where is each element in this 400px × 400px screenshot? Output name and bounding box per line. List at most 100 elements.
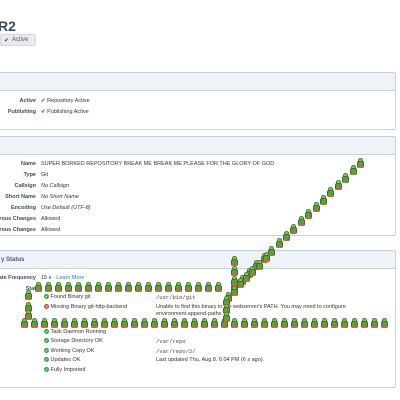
status-panel-header — [0, 73, 395, 91]
cactus-icon — [310, 318, 319, 328]
repository-status-title: y Status — [1, 256, 25, 263]
cactus-icon — [210, 318, 219, 328]
cactus-icon — [222, 312, 231, 322]
short-name-label: Short Name — [5, 194, 36, 200]
cactus-icon — [280, 318, 289, 328]
check-circle-icon: ✔ — [44, 367, 49, 372]
cactus-icon — [200, 318, 209, 328]
check-icon: ✔ — [41, 109, 46, 115]
status-item-name: Missing Binary git-http-backend — [50, 304, 128, 310]
name-label: Name — [21, 161, 36, 167]
cactus-icon — [150, 318, 159, 328]
cactus-icon — [80, 318, 89, 328]
type-row: Type Git — [0, 170, 397, 180]
cactus-icon — [154, 282, 163, 292]
repository-status-header: y Status — [0, 251, 395, 269]
status-item-name: Found Binary git — [50, 294, 91, 300]
cactus-icon — [320, 318, 329, 328]
dangerous-changes-row: gerous Changes Allowed — [0, 214, 397, 224]
cactus-icon — [34, 282, 43, 292]
status-badge: ✔ Active — [0, 34, 36, 46]
status-item-name: Task Daemon Running — [50, 329, 107, 335]
cactus-icon — [180, 318, 189, 328]
enormous-changes-label: rous Changes — [0, 227, 36, 233]
check-circle-icon: ✔ — [44, 329, 49, 334]
missing-binary-message: Unable to find this binary in the webser… — [156, 304, 346, 317]
check-circle-icon: ✔ — [44, 357, 49, 362]
cactus-icon — [270, 318, 279, 328]
encoding-value: Use Default (UTF-8) — [41, 205, 91, 211]
cactus-icon — [50, 318, 59, 328]
name-value: SUPER BORKED REPOSITORY BREAK ME BREAK M… — [41, 161, 275, 167]
cactus-icon — [130, 318, 139, 328]
status-item-updates: ✔ Updates OK Last updated Thu, Aug 8, 6:… — [44, 356, 264, 365]
active-value-text: Repository Active — [47, 98, 90, 104]
publishing-row: Publishing ✔ Publishing Active — [0, 107, 397, 117]
cactus-icon — [90, 318, 99, 328]
cactus-icon — [194, 282, 203, 292]
cactus-icon — [350, 318, 359, 328]
status-item-storage-directory: ✔ Storage Directory OK /var/repo — [44, 337, 186, 346]
status-item-missing-binary: ✕ Missing Binary git-http-backend — [44, 303, 127, 312]
cactus-icon — [104, 282, 113, 292]
cactus-icon — [164, 282, 173, 292]
status-item-task-daemon: ✔ Task Daemon Running — [44, 328, 106, 337]
cactus-icon — [64, 282, 73, 292]
active-row: Active ✔ Repository Active — [0, 96, 397, 106]
enormous-changes-value: Allowed — [41, 227, 61, 233]
cactus-icon — [174, 282, 183, 292]
cactus-icon — [124, 282, 133, 292]
status-item-path: /var/repo/2/ — [156, 348, 196, 355]
update-frequency-label: date Frequency — [0, 275, 36, 281]
page-title: R2 — [0, 18, 16, 34]
cactus-icon — [290, 318, 299, 328]
cactus-icon — [40, 318, 49, 328]
error-circle-icon: ✕ — [44, 304, 49, 309]
cactus-icon — [54, 282, 63, 292]
status-item-fully-imported: ✔ Fully Imported — [44, 366, 85, 375]
cactus-icon — [250, 318, 259, 328]
check-circle-icon: ✔ — [44, 348, 49, 353]
cactus-icon — [230, 276, 239, 286]
update-frequency-text: 15 s — [41, 275, 52, 281]
cactus-icon — [140, 318, 149, 328]
cactus-icon — [300, 318, 309, 328]
basics-panel-header — [0, 137, 395, 155]
cactus-icon — [170, 318, 179, 328]
check-icon: ✔ — [4, 37, 10, 44]
active-label: Active — [19, 98, 36, 104]
publishing-label: Publishing — [7, 109, 36, 115]
cactus-icon — [60, 318, 69, 328]
cactus-icon — [330, 318, 339, 328]
cactus-icon — [240, 318, 249, 328]
status-panel: Active ✔ Repository Active Publishing ✔ … — [0, 72, 396, 130]
status-item-name: Working Copy OK — [50, 348, 95, 354]
encoding-row: Encoding Use Default (UTF-8) — [0, 203, 397, 213]
cactus-icon — [114, 282, 123, 292]
status-item-working-copy: ✔ Working Copy OK /var/repo/2/ — [44, 347, 196, 356]
status-item-name: Updates OK — [50, 357, 81, 363]
cactus-icon — [204, 282, 213, 292]
cactus-icon — [100, 318, 109, 328]
cactus-icon — [94, 282, 103, 292]
cactus-icon — [70, 318, 79, 328]
publishing-value-text: Publishing Active — [47, 109, 89, 115]
cactus-icon — [370, 318, 379, 328]
check-icon: ✔ — [41, 98, 46, 104]
cactus-icon — [214, 282, 223, 292]
status-item-found-binary: ✔ Found Binary git /usr/bin/git — [44, 293, 196, 302]
cactus-icon — [144, 282, 153, 292]
publishing-value: ✔ Publishing Active — [41, 107, 89, 117]
learn-more-link[interactable]: Learn More — [56, 275, 84, 281]
callsign-label: Callsign — [14, 183, 36, 189]
cactus-icon — [120, 318, 129, 328]
cactus-icon — [24, 290, 33, 300]
cactus-icon — [340, 318, 349, 328]
enormous-changes-row: rous Changes Allowed — [0, 225, 397, 235]
status-item-path: /var/repo — [156, 338, 186, 345]
short-name-value: No Short Name — [41, 194, 79, 200]
check-circle-icon: ✔ — [44, 294, 49, 299]
encoding-label: Encoding — [10, 205, 36, 211]
cactus-icon — [230, 318, 239, 328]
cactus-icon — [184, 282, 193, 292]
